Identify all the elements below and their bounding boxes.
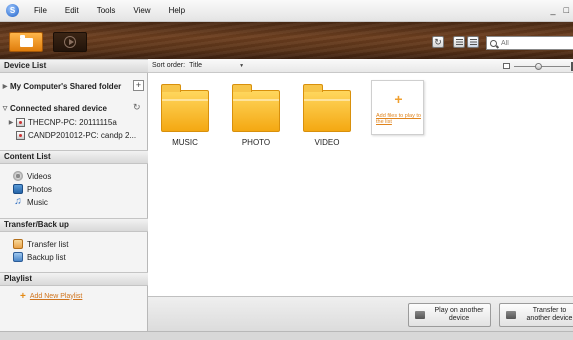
- list-view-button[interactable]: [453, 36, 465, 48]
- add-files-link[interactable]: Add files to play to the list: [376, 113, 422, 125]
- content-item-label: Music: [27, 197, 48, 207]
- device-item[interactable]: CANDP201012-PC: candp 2...: [0, 128, 148, 142]
- transfer-button-label: Transfer to another device: [526, 307, 573, 322]
- content-item-photos[interactable]: Photos: [0, 182, 148, 196]
- video-icon: [13, 171, 23, 181]
- add-playlist-label: Add New Playlist: [29, 292, 83, 300]
- thumbnail-view-button[interactable]: [467, 36, 479, 48]
- status-bar: [0, 331, 573, 340]
- menu-help[interactable]: Help: [160, 6, 194, 15]
- content-item-videos[interactable]: Videos: [0, 169, 148, 183]
- plus-icon: +: [394, 91, 403, 107]
- pc-icon: [16, 117, 25, 127]
- search-icon: [490, 39, 497, 47]
- device-transfer-icon: [506, 311, 516, 319]
- refresh-icon: ↻: [434, 36, 442, 47]
- app-logo-icon: S: [6, 4, 19, 17]
- zoom-thumb[interactable]: [535, 63, 542, 70]
- device-item[interactable]: ▶ THECNP-PC: 20111115a: [0, 115, 148, 129]
- zoom-slider[interactable]: [503, 62, 573, 71]
- sort-order-select[interactable]: Title: [189, 62, 239, 69]
- folder-photo[interactable]: PHOTO: [230, 84, 282, 158]
- thumbnail-view-icon: [469, 39, 477, 45]
- content-item-label: Videos: [27, 171, 52, 181]
- connected-device-label: Connected shared device: [10, 103, 107, 113]
- refresh-button[interactable]: ↻: [432, 36, 444, 48]
- device-play-icon: [415, 311, 425, 319]
- add-shared-folder-button[interactable]: +: [133, 80, 144, 91]
- device-name: CANDP201012-PC: candp 2...: [28, 130, 137, 140]
- folder-icon: [19, 34, 33, 47]
- folder-label: MUSIC: [172, 138, 198, 147]
- folder-icon: [161, 84, 209, 132]
- play-icon: [64, 36, 76, 48]
- add-files-tile[interactable]: + Add files to play to the list: [371, 80, 424, 135]
- list-view-icon: [455, 39, 463, 45]
- device-list-header: Device List: [0, 59, 148, 73]
- refresh-devices-icon[interactable]: ↻: [133, 102, 141, 113]
- maximize-button[interactable]: □: [564, 5, 569, 15]
- window-controls: _ □: [551, 5, 569, 15]
- folder-icon: [303, 84, 351, 132]
- content-list-header: Content List: [0, 150, 148, 164]
- folder-music[interactable]: MUSIC: [159, 84, 211, 158]
- add-new-playlist-link[interactable]: + Add New Playlist: [0, 289, 148, 303]
- transfer-icon: [13, 239, 23, 249]
- expand-arrow-icon: ▶: [2, 83, 8, 90]
- content-item-label: Photos: [27, 184, 52, 194]
- add-playlist-icon: +: [20, 290, 26, 302]
- zoom-icon: [503, 63, 510, 69]
- content-item-music[interactable]: ♫ Music: [0, 195, 148, 209]
- backup-icon: [13, 252, 23, 262]
- connected-shared-device[interactable]: ▽ Connected shared device: [0, 101, 148, 115]
- chevron-down-icon[interactable]: ▼: [239, 63, 244, 69]
- folder-video[interactable]: VIDEO: [301, 84, 353, 158]
- transfer-list-item[interactable]: Transfer list: [0, 237, 148, 251]
- device-name: THECNP-PC: 20111115a: [28, 117, 117, 127]
- play-button-label: Play on another device: [434, 307, 484, 322]
- folder-icon: [232, 84, 280, 132]
- menu-tools[interactable]: Tools: [88, 6, 125, 15]
- menu-bar: S File Edit Tools View Help _ □: [0, 0, 573, 22]
- transfer-to-another-device-button[interactable]: Transfer to another device: [499, 303, 573, 327]
- transfer-list-label: Transfer list: [27, 239, 69, 249]
- my-computer-label: My Computer's Shared folder: [10, 81, 122, 91]
- folder-mode-button[interactable]: [9, 32, 43, 52]
- menu-edit[interactable]: Edit: [56, 6, 88, 15]
- content-area: MUSIC PHOTO VIDEO + Add files to play to…: [148, 74, 573, 296]
- search-input[interactable]: [501, 39, 567, 47]
- my-computer-shared-folder[interactable]: ▶ My Computer's Shared folder: [0, 79, 148, 93]
- search-box[interactable]: [486, 36, 573, 50]
- playlist-header: Playlist: [0, 272, 148, 286]
- backup-list-label: Backup list: [27, 252, 66, 262]
- pc-icon: [16, 130, 25, 140]
- sidebar: Device List ▶ My Computer's Shared folde…: [0, 59, 148, 331]
- folder-label: VIDEO: [314, 138, 340, 147]
- photo-icon: [13, 184, 23, 194]
- collapse-arrow-icon: ▽: [2, 105, 8, 112]
- folder-label: PHOTO: [241, 138, 271, 147]
- expand-arrow-icon: ▶: [8, 119, 14, 126]
- play-on-another-device-button[interactable]: Play on another device: [408, 303, 491, 327]
- toolbar: ↻: [0, 22, 573, 59]
- zoom-track[interactable]: [514, 66, 570, 67]
- play-mode-button[interactable]: [53, 32, 87, 52]
- minimize-button[interactable]: _: [551, 5, 556, 15]
- music-note-icon: ♫: [14, 196, 22, 207]
- action-bar: Play on another device Transfer to anoth…: [148, 296, 573, 331]
- menu-file[interactable]: File: [25, 6, 56, 15]
- sort-order-label: Sort order:: [152, 62, 186, 69]
- transfer-backup-header: Transfer/Back up: [0, 218, 148, 232]
- backup-list-item[interactable]: Backup list: [0, 250, 148, 264]
- menu-view[interactable]: View: [124, 6, 159, 15]
